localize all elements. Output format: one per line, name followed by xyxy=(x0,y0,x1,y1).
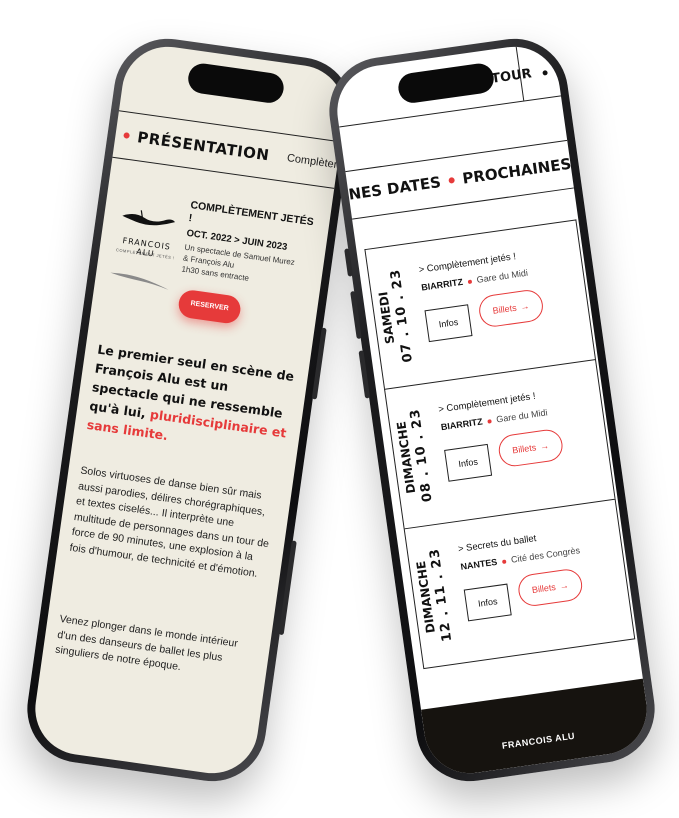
arrow-right-icon: → xyxy=(519,300,531,312)
tickets-label: Billets xyxy=(492,302,518,316)
reserve-button[interactable]: RESERVER xyxy=(176,288,243,325)
tab-dot xyxy=(123,132,130,139)
swoosh-icon xyxy=(110,272,169,290)
event-list: SAMEDI 07 . 10 . 23 > Complètement jetés … xyxy=(364,219,636,670)
event-venue: Gare du Midi xyxy=(495,407,549,425)
infos-button[interactable]: Infos xyxy=(463,583,512,622)
footer-bar: FRANCOIS ALU xyxy=(421,678,653,780)
lead-text: Le premier seul en scène de François Alu… xyxy=(88,341,296,421)
tickets-label: Billets xyxy=(531,581,557,596)
event-city: BIARRITZ xyxy=(440,416,484,433)
event-date: SAMEDI 07 . 10 . 23 xyxy=(366,244,425,388)
tickets-button[interactable]: Billets → xyxy=(516,567,585,608)
tickets-label: Billets xyxy=(511,442,537,456)
location-dot xyxy=(467,279,473,284)
left-phone: PRÉSENTATION Complètement jetés PI FRANC… xyxy=(20,31,360,789)
dynamic-island xyxy=(186,61,286,105)
right-phone: RETOUR NES DATES PROCHAINES DATES SAMEDI… xyxy=(322,31,662,789)
footer-brand: FRANCOIS ALU xyxy=(501,730,576,751)
lead-paragraph: Le premier seul en scène de François Alu… xyxy=(86,340,297,462)
tab-completement-jetes[interactable]: Complètement jetés xyxy=(286,152,341,177)
event-venue: Cité des Congrès xyxy=(510,545,581,565)
event-date: DIMANCHE 08 . 10 . 23 xyxy=(385,384,444,528)
show-info: COMPLÈTEMENT JETÉS ! OCT. 2022 > JUIN 20… xyxy=(181,199,320,292)
arrow-right-icon: → xyxy=(539,440,550,452)
event-date: DIMANCHE 12 . 11 . 23 xyxy=(405,524,464,668)
tickets-button[interactable]: Billets → xyxy=(477,288,545,329)
left-screen: PRÉSENTATION Complètement jetés PI FRANC… xyxy=(29,40,351,780)
action-button xyxy=(344,248,354,277)
dates-banner: NES DATES PROCHAINES DATES xyxy=(345,140,574,219)
banner-dot xyxy=(448,176,456,184)
volume-button xyxy=(311,327,327,400)
event-card: DIMANCHE 12 . 11 . 23 > Secrets du ballet… xyxy=(403,498,636,670)
dancer-icon xyxy=(122,210,176,226)
event-city: BIARRITZ xyxy=(420,276,464,293)
event-venue: Gare du Midi xyxy=(476,267,529,285)
volume-down-button xyxy=(358,350,371,399)
volume-up-button xyxy=(350,290,362,340)
banner-title: PROCHAINES DATES xyxy=(461,146,574,188)
show-poster: FRANCOIS ALU COMPLÈTEMENT JETÉS ! xyxy=(108,191,185,299)
right-screen: RETOUR NES DATES PROCHAINES DATES SAMEDI… xyxy=(331,40,653,780)
tickets-button[interactable]: Billets → xyxy=(496,427,565,469)
infos-button[interactable]: Infos xyxy=(424,304,473,343)
infos-button[interactable]: Infos xyxy=(444,443,493,482)
location-dot xyxy=(487,418,492,424)
location-dot xyxy=(501,559,507,564)
event-city: NANTES xyxy=(459,556,498,572)
arrow-right-icon: → xyxy=(558,580,570,592)
back-dot xyxy=(542,70,548,76)
section-tabs: PRÉSENTATION Complètement jetés PI xyxy=(112,110,341,189)
body-paragraph: Solos virtuoses de danse bien sûr mais a… xyxy=(68,464,270,580)
banner-text-cut: NES DATES xyxy=(347,172,443,204)
body-paragraph: Venez plonger dans le monde intérieur d'… xyxy=(54,612,239,674)
tab-presentation[interactable]: PRÉSENTATION xyxy=(136,128,270,164)
